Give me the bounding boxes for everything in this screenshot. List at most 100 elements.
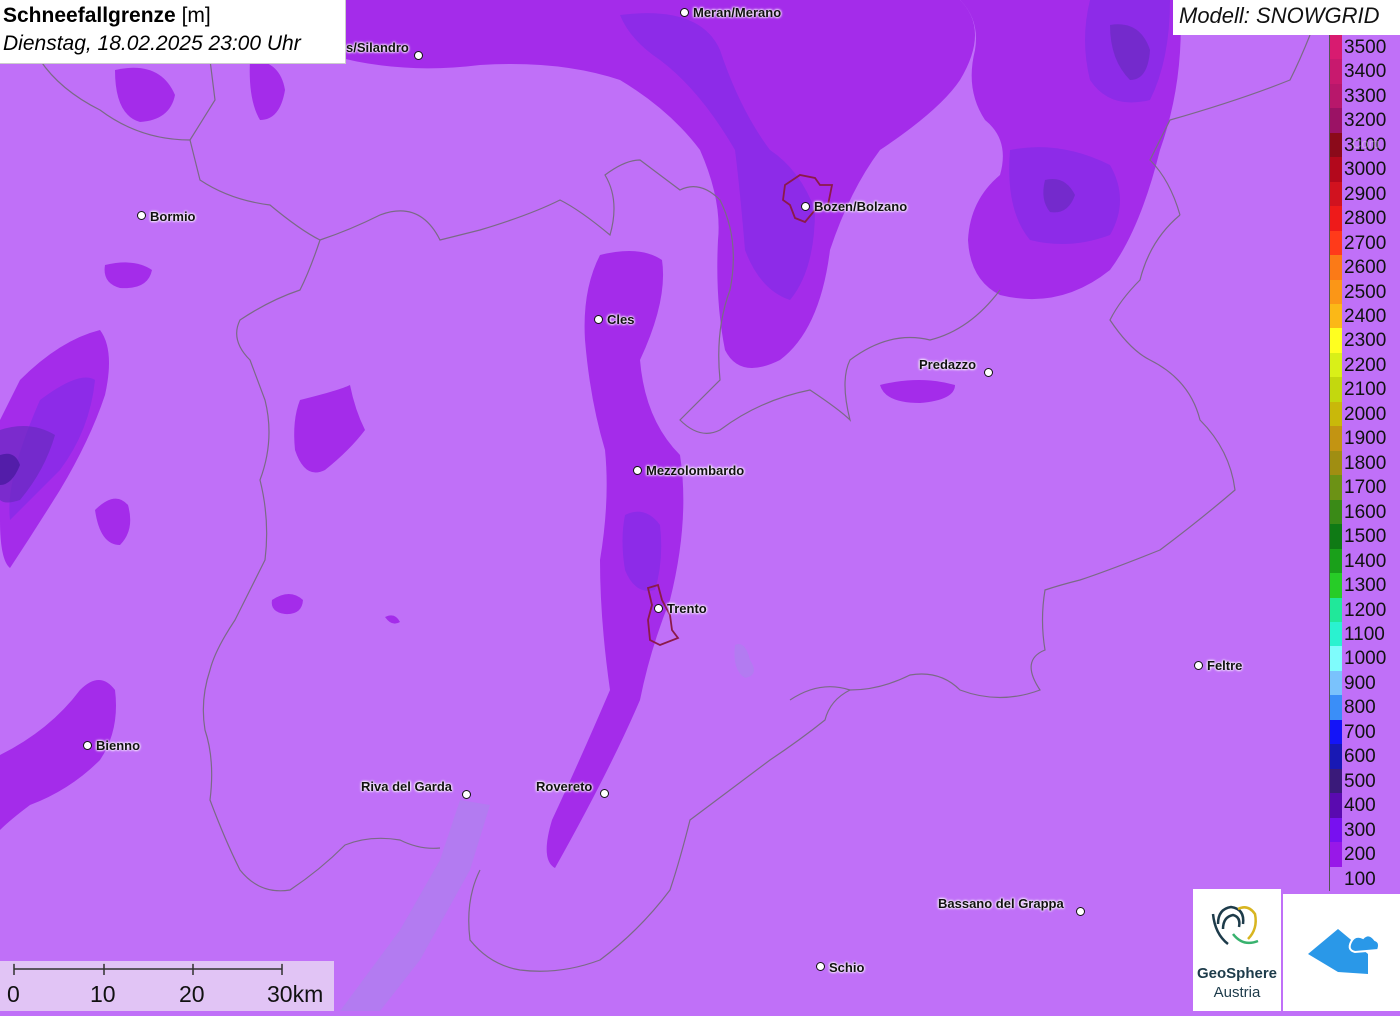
legend-swatch: [1329, 866, 1342, 891]
color-legend: 3500 3400 3300 3200 3100 3000 2900 2800 2700 2600…: [1329, 35, 1400, 891]
map-title: Schneefallgrenze [m]: [3, 2, 345, 30]
legend-swatch: [1329, 279, 1342, 305]
legend-item: 100: [1329, 866, 1400, 891]
legend-label: 3000: [1344, 159, 1387, 181]
city-bormio[interactable]: Bormio: [150, 209, 196, 224]
legend-item: 800: [1329, 695, 1400, 720]
legend-item: 1900: [1329, 426, 1400, 451]
geosphere-country: Austria: [1213, 984, 1261, 1001]
geosphere-emblem-icon: [1211, 905, 1259, 945]
weather-app-logo[interactable]: [1283, 894, 1400, 1011]
city-dot: [594, 315, 603, 324]
legend-label: 500: [1344, 770, 1376, 792]
legend-label: 2300: [1344, 330, 1387, 352]
scale-bar-line: [13, 964, 283, 975]
legend-item: 300: [1329, 817, 1400, 843]
geosphere-logo[interactable]: GeoSphere Austria: [1193, 889, 1281, 1011]
title-unit: [m]: [181, 4, 211, 27]
legend-label: 2700: [1344, 232, 1387, 254]
legend-label: 700: [1344, 721, 1376, 743]
legend-item: 3400: [1329, 59, 1400, 84]
city-dot: [1194, 661, 1203, 670]
legend-swatch: [1329, 35, 1342, 60]
legend-item: 2500: [1329, 279, 1400, 305]
city-bienno[interactable]: Bienno: [96, 738, 140, 753]
legend-item: 1400: [1329, 548, 1400, 574]
city-rovereto[interactable]: Rovereto: [536, 779, 592, 794]
city-corti[interactable]: Corti: [1352, 136, 1379, 151]
city-dot: [600, 789, 609, 798]
legend-label: 2900: [1344, 183, 1387, 205]
legend-swatch: [1329, 646, 1342, 671]
scale-label-0: 0: [7, 981, 20, 1007]
legend-swatch: [1329, 597, 1342, 622]
city-dot: [654, 604, 663, 613]
legend-label: 800: [1344, 697, 1376, 719]
city-trento[interactable]: Trento: [667, 601, 707, 616]
city-bolzano[interactable]: Bozen/Bolzano: [814, 199, 907, 214]
city-bassano[interactable]: Bassano del Grappa: [938, 896, 1064, 911]
legend-swatch: [1329, 230, 1342, 256]
legend-swatch: [1329, 817, 1342, 843]
city-silandro[interactable]: s/Silandro: [346, 40, 409, 55]
legend-label: 2400: [1344, 306, 1387, 328]
legend-label: 900: [1344, 672, 1376, 694]
legend-swatch: [1329, 328, 1342, 353]
snowfall-line-map[interactable]: [0, 0, 1400, 1011]
legend-item: 2900: [1329, 181, 1400, 207]
legend-label: 1800: [1344, 452, 1387, 474]
scale-label-30km: 30km: [267, 981, 324, 1007]
city-predazzo[interactable]: Predazzo: [919, 357, 976, 372]
city-schio[interactable]: Schio: [829, 960, 864, 975]
legend-swatch: [1329, 426, 1342, 451]
legend-swatch: [1329, 450, 1342, 476]
model-label: Modell: SNOWGRID: [1173, 0, 1400, 35]
city-dot: [816, 962, 825, 971]
legend-label: 1300: [1344, 575, 1387, 597]
legend-swatch: [1329, 499, 1342, 525]
legend-item: 700: [1329, 719, 1400, 745]
legend-item: 3000: [1329, 157, 1400, 182]
legend-item: 2000: [1329, 401, 1400, 427]
legend-swatch: [1329, 475, 1342, 500]
legend-label: 100: [1344, 868, 1376, 890]
legend-label: 2800: [1344, 208, 1387, 230]
legend-swatch: [1329, 206, 1342, 231]
legend-item: 1300: [1329, 573, 1400, 598]
legend-label: 300: [1344, 819, 1376, 841]
legend-label: 1200: [1344, 599, 1387, 621]
legend-swatch: [1329, 157, 1342, 182]
legend-item: 3300: [1329, 83, 1400, 109]
map-title-box: Schneefallgrenze [m] Dienstag, 18.02.202…: [0, 0, 346, 64]
legend-item: 200: [1329, 842, 1400, 867]
legend-swatch: [1329, 352, 1342, 378]
legend-label: 2500: [1344, 281, 1387, 303]
city-riva-del-garda[interactable]: Riva del Garda: [361, 779, 452, 794]
legend-label: 3500: [1344, 37, 1387, 58]
legend-swatch: [1329, 377, 1342, 402]
legend-item: 2400: [1329, 304, 1400, 329]
legend-item: 2100: [1329, 377, 1400, 402]
city-feltre[interactable]: Feltre: [1207, 658, 1242, 673]
city-cles[interactable]: Cles: [607, 312, 634, 327]
city-meran[interactable]: Meran/Merano: [693, 5, 781, 20]
legend-label: 1100: [1344, 623, 1385, 645]
legend-swatch: [1329, 842, 1342, 867]
legend-label: 400: [1344, 795, 1376, 817]
city-dot: [137, 211, 146, 220]
legend-swatch: [1329, 548, 1342, 574]
city-dot: [801, 202, 810, 211]
legend-label: 3200: [1344, 110, 1387, 132]
legend-item: 2200: [1329, 352, 1400, 378]
legend-item: 2800: [1329, 206, 1400, 231]
city-mezzolombardo[interactable]: Mezzolombardo: [646, 463, 744, 478]
legend-item: 1500: [1329, 524, 1400, 549]
legend-label: 2000: [1344, 403, 1387, 425]
city-dot: [680, 8, 689, 17]
legend-item: 1800: [1329, 450, 1400, 476]
legend-swatch: [1329, 304, 1342, 329]
legend-item: 500: [1329, 768, 1400, 794]
legend-swatch: [1329, 83, 1342, 109]
house-cloud-icon: [1308, 929, 1380, 974]
city-dot: [984, 368, 993, 377]
